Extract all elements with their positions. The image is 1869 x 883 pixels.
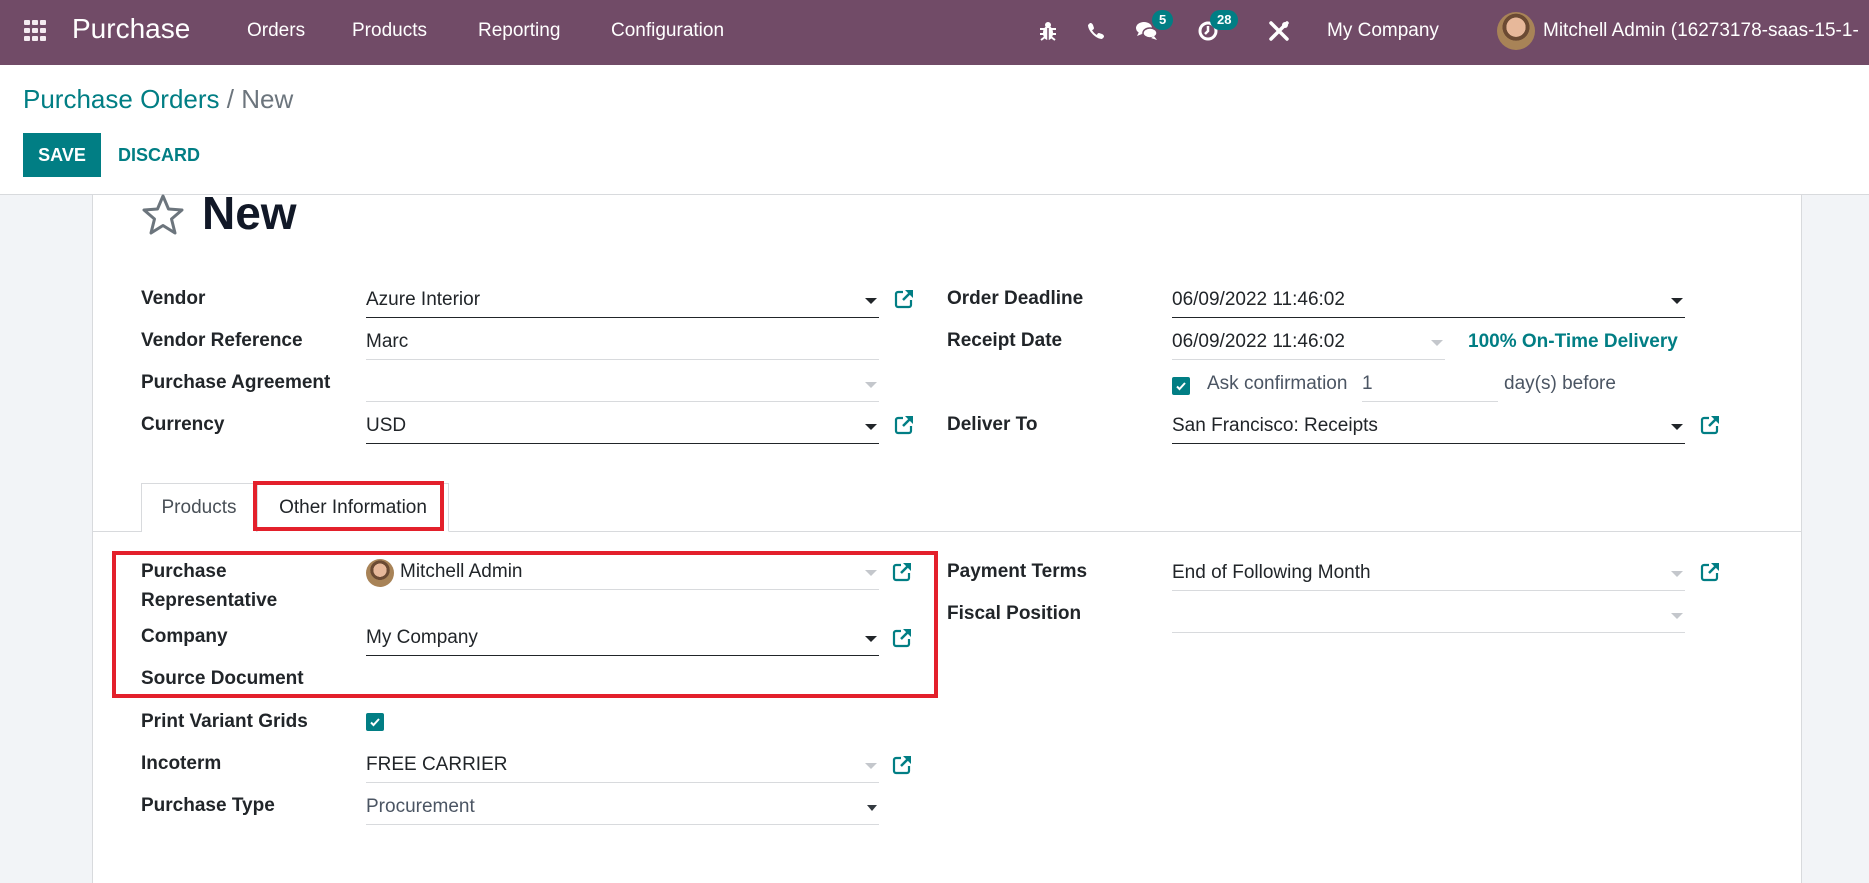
app-name[interactable]: Purchase: [72, 13, 190, 45]
external-link-icon[interactable]: [1699, 414, 1721, 436]
purchase-rep-avatar: [366, 559, 394, 587]
purchase-agreement-label: Purchase Agreement: [141, 372, 331, 393]
order-deadline-field[interactable]: 06/09/2022 11:46:02: [1172, 284, 1685, 318]
vendor-value: Azure Interior: [366, 289, 481, 310]
currency-value: USD: [366, 415, 407, 436]
star-icon[interactable]: [141, 193, 185, 237]
vendor-reference-value: Marc: [366, 331, 409, 352]
source-document-input[interactable]: [366, 664, 879, 698]
chevron-down-icon[interactable]: [1671, 298, 1683, 304]
incoterm-label: Incoterm: [141, 753, 222, 774]
menu-configuration[interactable]: Configuration: [611, 20, 724, 42]
tab-other-information[interactable]: Other Information: [257, 483, 449, 532]
vendor-reference-input[interactable]: Marc: [366, 326, 879, 360]
chevron-down-icon[interactable]: [1671, 613, 1683, 619]
print-variant-grids-checkbox[interactable]: [366, 713, 384, 731]
company-label: Company: [141, 626, 228, 647]
deliver-to-value: San Francisco: Receipts: [1172, 415, 1378, 436]
purchase-representative-value: Mitchell Admin: [400, 561, 523, 582]
chevron-down-icon[interactable]: [1431, 340, 1443, 346]
chevron-down-icon[interactable]: [865, 298, 877, 304]
chevron-down-icon[interactable]: [1671, 571, 1683, 577]
receipt-date-label: Receipt Date: [947, 330, 1063, 351]
breadcrumb-purchase-orders[interactable]: Purchase Orders: [23, 84, 220, 114]
external-link-icon[interactable]: [893, 414, 915, 436]
breadcrumb-current: New: [241, 84, 294, 114]
chevron-down-icon[interactable]: [867, 805, 877, 811]
incoterm-value: FREE CARRIER: [366, 754, 508, 775]
breadcrumb-separator: /: [226, 84, 234, 114]
fiscal-position-field[interactable]: [1172, 599, 1685, 633]
payment-terms-value: End of Following Month: [1172, 562, 1371, 583]
user-avatar[interactable]: [1497, 12, 1535, 50]
activities-badge: 28: [1210, 10, 1239, 30]
currency-label: Currency: [141, 414, 225, 435]
messages-badge: 5: [1152, 10, 1174, 30]
vendor-reference-label: Vendor Reference: [141, 330, 303, 351]
menu-reporting[interactable]: Reporting: [478, 20, 560, 42]
receipt-date-value: 06/09/2022 11:46:02: [1172, 331, 1345, 352]
user-menu[interactable]: Mitchell Admin (16273178-saas-15-1-: [1543, 20, 1859, 42]
ask-confirmation-days-input[interactable]: 1: [1362, 368, 1498, 402]
external-link-icon[interactable]: [891, 561, 913, 583]
receipt-date-field[interactable]: 06/09/2022 11:46:02: [1172, 326, 1445, 360]
deliver-to-field[interactable]: San Francisco: Receipts: [1172, 410, 1685, 444]
external-link-icon[interactable]: [891, 627, 913, 649]
record-title: New: [202, 187, 297, 239]
apps-grid-icon[interactable]: [24, 20, 48, 42]
discard-button[interactable]: DISCARD: [118, 133, 200, 177]
company-value: My Company: [366, 627, 478, 648]
chevron-down-icon[interactable]: [865, 424, 877, 430]
payment-terms-label: Payment Terms: [947, 561, 1088, 582]
save-button[interactable]: SAVE: [23, 133, 101, 177]
tools-icon[interactable]: [1264, 16, 1294, 46]
purchase-type-select[interactable]: Procurement: [366, 791, 879, 825]
control-panel: Purchase Orders / New SAVE DISCARD: [0, 65, 1869, 195]
print-variant-grids-label: Print Variant Grids: [141, 711, 308, 732]
chevron-down-icon[interactable]: [865, 636, 877, 642]
company-switcher[interactable]: My Company: [1327, 20, 1439, 42]
purchase-representative-field[interactable]: Mitchell Admin: [400, 556, 879, 590]
chevron-down-icon[interactable]: [1671, 424, 1683, 430]
purchase-agreement-field[interactable]: [366, 368, 879, 402]
currency-field[interactable]: USD: [366, 410, 879, 444]
breadcrumb: Purchase Orders / New: [23, 84, 293, 115]
purchase-representative-label: Purchase Representative: [141, 561, 278, 611]
bug-icon[interactable]: [1033, 16, 1063, 46]
purchase-type-value: Procurement: [366, 796, 475, 817]
deliver-to-label: Deliver To: [947, 414, 1038, 435]
vendor-label: Vendor: [141, 288, 206, 309]
source-document-label: Source Document: [141, 668, 304, 689]
days-before-label: day(s) before: [1504, 373, 1616, 394]
menu-orders[interactable]: Orders: [247, 20, 305, 42]
order-deadline-label: Order Deadline: [947, 288, 1084, 309]
ask-confirmation-days-value: 1: [1362, 373, 1373, 394]
external-link-icon[interactable]: [891, 754, 913, 776]
external-link-icon[interactable]: [893, 288, 915, 310]
payment-terms-field[interactable]: End of Following Month: [1172, 557, 1685, 591]
top-navbar: Purchase Orders Products Reporting Confi…: [0, 0, 1869, 65]
fiscal-position-label: Fiscal Position: [947, 603, 1082, 624]
ask-confirmation-label: Ask confirmation: [1207, 373, 1348, 394]
chevron-down-icon[interactable]: [865, 763, 877, 769]
phone-icon[interactable]: [1081, 16, 1111, 46]
chevron-down-icon[interactable]: [865, 570, 877, 576]
vendor-field[interactable]: Azure Interior: [366, 284, 879, 318]
tab-products[interactable]: Products: [141, 483, 257, 532]
incoterm-field[interactable]: FREE CARRIER: [366, 749, 879, 783]
menu-products[interactable]: Products: [352, 20, 427, 42]
ask-confirmation-checkbox[interactable]: [1172, 377, 1190, 395]
order-deadline-value: 06/09/2022 11:46:02: [1172, 289, 1345, 310]
purchase-type-label: Purchase Type: [141, 795, 275, 816]
chevron-down-icon[interactable]: [865, 382, 877, 388]
on-time-delivery-link[interactable]: 100% On-Time Delivery: [1468, 331, 1678, 353]
external-link-icon[interactable]: [1699, 561, 1721, 583]
company-field[interactable]: My Company: [366, 622, 879, 656]
